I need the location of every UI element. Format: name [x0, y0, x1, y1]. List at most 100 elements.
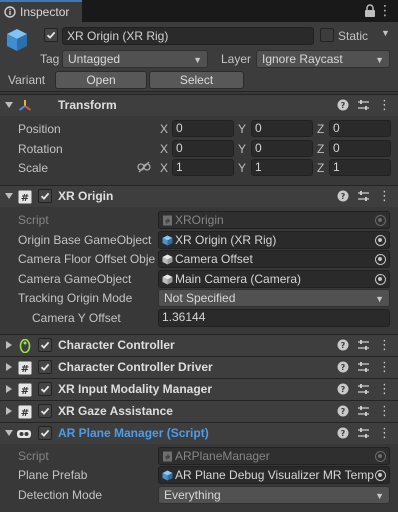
- axis-z-label[interactable]: Z: [317, 142, 324, 156]
- preset-icon[interactable]: [357, 427, 370, 440]
- rotation-y-field[interactable]: 0: [251, 140, 313, 157]
- gameobject-name-field[interactable]: XR Origin (XR Rig): [62, 27, 314, 45]
- object-picker-icon[interactable]: [375, 470, 386, 481]
- gameobject-cube-icon: [162, 235, 173, 246]
- select-prefab-button[interactable]: Select: [149, 71, 244, 89]
- help-icon[interactable]: ?: [337, 339, 349, 351]
- fold-collapsed-icon[interactable]: [5, 407, 13, 415]
- plane-prefab-label: Plane Prefab: [18, 468, 88, 482]
- xr-origin-enabled-checkbox[interactable]: [38, 189, 52, 203]
- position-z-field[interactable]: 0: [329, 120, 391, 137]
- xr-gaze-assistance-enabled-checkbox[interactable]: [38, 404, 52, 418]
- open-prefab-button[interactable]: Open: [55, 71, 147, 89]
- tracking-origin-mode-dropdown[interactable]: Not Specified ▼: [158, 289, 390, 307]
- component-menu-icon[interactable]: ⋮: [378, 425, 391, 441]
- fold-expanded-icon[interactable]: [5, 192, 13, 200]
- camera-floor-offset-field[interactable]: Camera Offset: [158, 250, 390, 268]
- static-checkbox[interactable]: [320, 28, 334, 42]
- rotation-z-field[interactable]: 0: [329, 140, 391, 157]
- help-icon[interactable]: ?: [337, 99, 349, 111]
- fold-collapsed-icon[interactable]: [5, 341, 13, 349]
- camera-gameobject-value: Main Camera (Camera): [175, 272, 302, 286]
- script-file-icon: #: [163, 451, 172, 462]
- svg-text:#: #: [165, 218, 171, 226]
- gameobject-cube-icon: [162, 274, 173, 285]
- static-dropdown-arrow-icon[interactable]: ▼: [381, 28, 390, 38]
- object-picker-icon[interactable]: [375, 274, 386, 285]
- axis-y-label[interactable]: Y: [238, 122, 246, 136]
- origin-base-field[interactable]: XR Origin (XR Rig): [158, 231, 390, 249]
- component-menu-icon[interactable]: ⋮: [378, 381, 391, 397]
- preset-icon[interactable]: [357, 383, 370, 396]
- fold-expanded-icon[interactable]: [5, 429, 13, 437]
- character-controller-enabled-checkbox[interactable]: [38, 338, 52, 352]
- preset-icon[interactable]: [357, 99, 370, 112]
- camera-y-offset-field[interactable]: 1.36144: [158, 309, 390, 327]
- help-icon[interactable]: ?: [337, 383, 349, 395]
- object-picker-icon[interactable]: [375, 254, 386, 265]
- scale-y-field[interactable]: 1: [251, 159, 313, 176]
- rotation-label: Rotation: [18, 142, 63, 156]
- character-controller-driver-enabled-checkbox[interactable]: [38, 360, 52, 374]
- fold-collapsed-icon[interactable]: [5, 385, 13, 393]
- layer-dropdown[interactable]: Ignore Raycast ▼: [256, 50, 390, 68]
- script-icon: #: [18, 405, 32, 419]
- component-menu-icon[interactable]: ⋮: [378, 359, 391, 375]
- xr-input-modality-manager-header[interactable]: # XR Input Modality Manager ? ⋮: [0, 378, 398, 400]
- preset-icon[interactable]: [357, 190, 370, 203]
- xr-gaze-assistance-header[interactable]: # XR Gaze Assistance ? ⋮: [0, 400, 398, 422]
- xr-origin-header[interactable]: # XR Origin ? ⋮: [0, 185, 398, 207]
- transform-title: Transform: [58, 98, 117, 112]
- axis-y-label[interactable]: Y: [238, 161, 246, 175]
- ar-plane-manager-script-field: # ARPlaneManager: [158, 447, 390, 465]
- axis-x-label[interactable]: X: [160, 142, 168, 156]
- camera-gameobject-field[interactable]: Main Camera (Camera): [158, 270, 390, 288]
- axis-x-label[interactable]: X: [160, 122, 168, 136]
- transform-header[interactable]: Transform ? ⋮: [0, 94, 398, 116]
- preset-icon[interactable]: [357, 339, 370, 352]
- position-x-field[interactable]: 0: [172, 120, 234, 137]
- component-menu-icon[interactable]: ⋮: [378, 188, 391, 204]
- tag-value: Untagged: [68, 52, 121, 66]
- ar-plane-manager-header[interactable]: AR Plane Manager (Script) ? ⋮: [0, 422, 398, 444]
- gameobject-active-checkbox[interactable]: [44, 28, 58, 42]
- detection-mode-dropdown[interactable]: Everything ▼: [158, 486, 390, 504]
- tab-inspector[interactable]: Inspector: [0, 0, 82, 22]
- help-icon[interactable]: ?: [337, 405, 349, 417]
- scale-x-field[interactable]: 1: [172, 159, 234, 176]
- script-label: Script: [18, 213, 49, 227]
- fold-collapsed-icon[interactable]: [5, 363, 13, 371]
- svg-text:#: #: [165, 454, 171, 462]
- scale-link-icon[interactable]: [137, 161, 151, 173]
- checkmark-icon: [40, 363, 50, 371]
- axis-z-label[interactable]: Z: [317, 161, 324, 175]
- tag-dropdown[interactable]: Untagged ▼: [62, 50, 208, 68]
- script-value: ARPlaneManager: [175, 449, 270, 463]
- character-controller-driver-header[interactable]: # Character Controller Driver ? ⋮: [0, 356, 398, 378]
- preset-icon[interactable]: [357, 361, 370, 374]
- fold-expanded-icon[interactable]: [5, 101, 13, 109]
- help-icon[interactable]: ?: [337, 427, 349, 439]
- component-menu-icon[interactable]: ⋮: [378, 97, 391, 113]
- help-icon[interactable]: ?: [337, 190, 349, 202]
- rotation-x-field[interactable]: 0: [172, 140, 234, 157]
- plane-prefab-field[interactable]: AR Plane Debug Visualizer MR Temp: [158, 466, 390, 484]
- help-icon[interactable]: ?: [337, 361, 349, 373]
- lock-icon[interactable]: [364, 4, 376, 18]
- tab-menu-icon[interactable]: ⋮: [378, 3, 392, 17]
- ar-plane-manager-title: AR Plane Manager (Script): [58, 426, 209, 440]
- xr-input-modality-manager-enabled-checkbox[interactable]: [38, 382, 52, 396]
- preset-icon[interactable]: [357, 405, 370, 418]
- axis-x-label[interactable]: X: [160, 161, 168, 175]
- scale-z-field[interactable]: 1: [329, 159, 391, 176]
- prefab-cube-icon: [7, 29, 27, 51]
- ar-plane-manager-enabled-checkbox[interactable]: [38, 426, 52, 440]
- chevron-down-icon: ▼: [193, 55, 202, 65]
- component-menu-icon[interactable]: ⋮: [378, 403, 391, 419]
- axis-z-label[interactable]: Z: [317, 122, 324, 136]
- position-y-field[interactable]: 0: [251, 120, 313, 137]
- object-picker-icon[interactable]: [375, 235, 386, 246]
- component-menu-icon[interactable]: ⋮: [378, 337, 391, 353]
- axis-y-label[interactable]: Y: [238, 142, 246, 156]
- character-controller-header[interactable]: Character Controller ? ⋮: [0, 334, 398, 356]
